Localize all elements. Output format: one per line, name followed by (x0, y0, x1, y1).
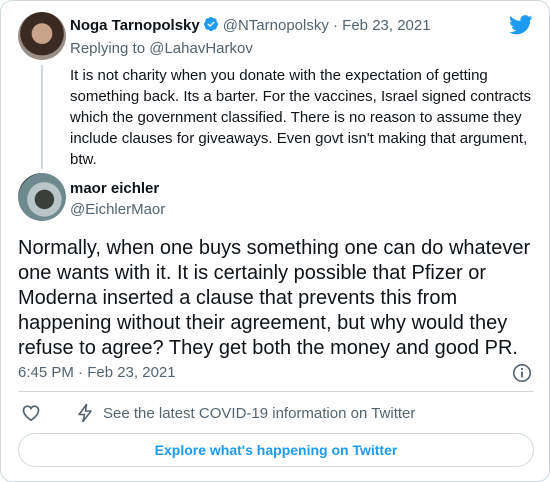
replying-to-line: Replying to @LahavHarkov (70, 40, 253, 57)
reply-author-name[interactable]: maor eichler (70, 180, 159, 197)
covid-info-link[interactable]: See the latest COVID-19 information on T… (103, 405, 415, 422)
info-icon[interactable] (512, 363, 532, 383)
tweet-timestamp[interactable]: 6:45 PM · Feb 23, 2021 (18, 364, 176, 381)
heart-icon[interactable] (21, 403, 41, 423)
lightning-bolt-icon[interactable] (76, 403, 94, 423)
original-tweet-header: Noga Tarnopolsky @NTarnopolsky · Feb 23, … (70, 16, 431, 34)
thread-connector-line (41, 65, 43, 169)
author-name[interactable]: Noga Tarnopolsky (70, 17, 200, 34)
verified-badge-icon (203, 17, 218, 32)
explore-button[interactable]: Explore what's happening on Twitter (18, 433, 534, 467)
handle-and-date[interactable]: @NTarnopolsky · Feb 23, 2021 (223, 17, 431, 34)
reply-author-handle[interactable]: @EichlerMaor (70, 201, 165, 218)
reply-tweet-text: Normally, when one buys something one ca… (18, 237, 531, 359)
original-tweet-text: It is not charity when you donate with t… (70, 67, 532, 168)
replying-prefix: Replying to (70, 40, 146, 57)
divider (18, 391, 534, 392)
avatar[interactable] (18, 173, 66, 221)
tweet-embed-card: Noga Tarnopolsky @NTarnopolsky · Feb 23, … (0, 0, 550, 482)
twitter-bird-icon[interactable] (509, 15, 533, 35)
avatar[interactable] (18, 12, 66, 60)
replying-to-mention[interactable]: @LahavHarkov (149, 40, 253, 57)
